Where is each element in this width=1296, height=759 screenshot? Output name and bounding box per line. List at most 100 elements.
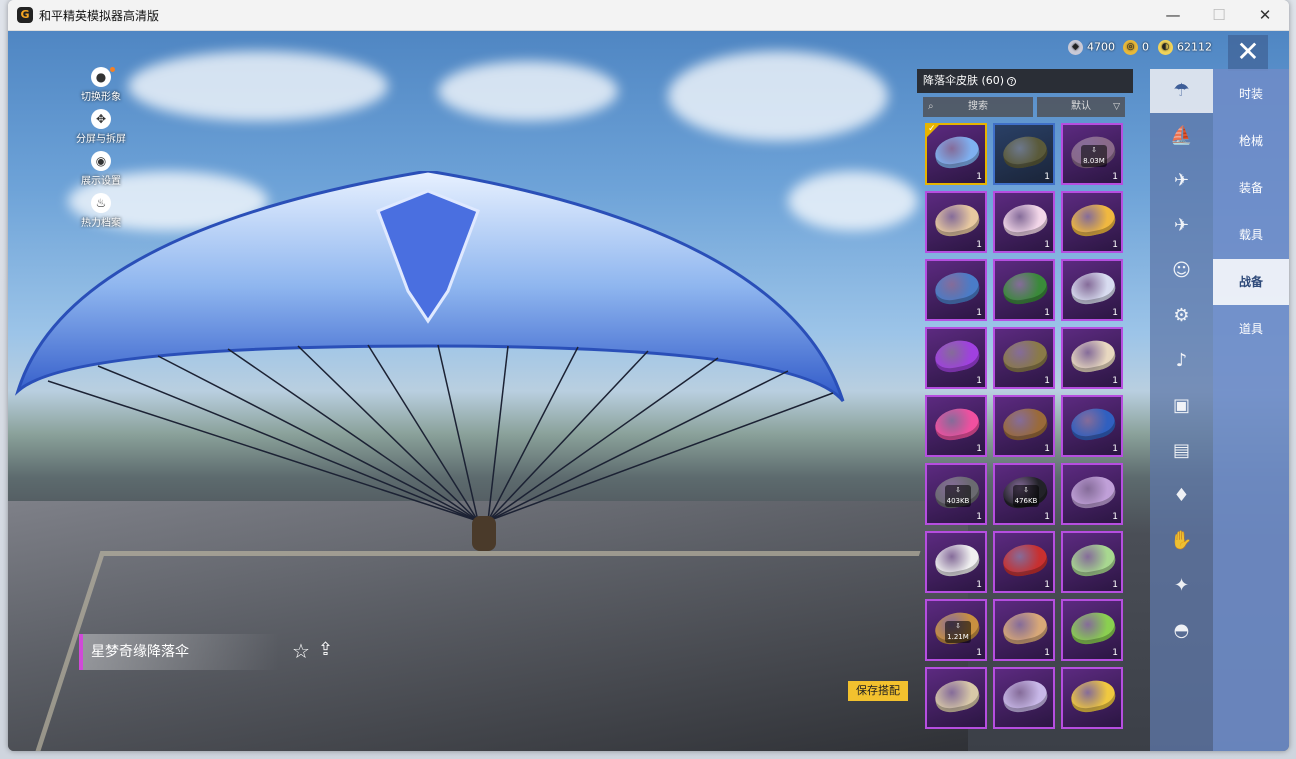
chevron-down-icon: ▽ <box>1113 102 1120 112</box>
skin-tile[interactable]: 1 <box>993 327 1055 389</box>
robot-icon[interactable]: ⚙ <box>1150 294 1213 338</box>
item-count: 1 <box>976 172 982 182</box>
tab-category[interactable]: 时装 <box>1213 71 1289 117</box>
item-count: 1 <box>976 512 982 522</box>
tab-category[interactable]: 道具 <box>1213 306 1289 352</box>
skin-tile[interactable] <box>993 667 1055 729</box>
person-icon: ● <box>91 67 111 87</box>
download-icon: ⇩ <box>1023 486 1029 494</box>
item-count: 1 <box>1112 580 1118 590</box>
item-count: 1 <box>1044 580 1050 590</box>
close-icon[interactable]: ✕ <box>1228 35 1268 71</box>
tab-category[interactable]: 装备 <box>1213 165 1289 211</box>
skin-tile[interactable]: 1 <box>1061 191 1123 253</box>
item-count: 1 <box>1044 240 1050 250</box>
switch-appearance-button[interactable]: ● 切换形象 <box>66 67 136 109</box>
item-count: 1 <box>1112 444 1118 454</box>
speaker-icon[interactable]: ♪ <box>1150 339 1213 383</box>
helmet-icon[interactable]: ◓ <box>1150 609 1213 653</box>
item-count: 1 <box>1044 308 1050 318</box>
download-badge[interactable]: ⇩ 8.03M <box>1081 145 1107 167</box>
skin-tile[interactable]: 1 <box>925 327 987 389</box>
panel-title: 降落伞皮肤 (60) <box>923 74 1005 87</box>
skin-tile[interactable]: 1 <box>925 259 987 321</box>
sort-dropdown[interactable]: 默认 ▽ <box>1037 97 1125 117</box>
skin-tile[interactable]: 1 <box>925 395 987 457</box>
currency-gold: ◎ 0 <box>1123 40 1149 58</box>
skin-tile[interactable]: 1 <box>1061 259 1123 321</box>
skin-tile[interactable]: ⇩ 8.03M 1 <box>1061 123 1123 185</box>
extinguisher-icon[interactable]: ♦ <box>1150 474 1213 518</box>
skin-tile[interactable]: 1 <box>1061 395 1123 457</box>
skin-tile[interactable]: 1 <box>993 259 1055 321</box>
parachute-icon[interactable]: ☂ <box>1150 69 1213 113</box>
coin-gold-icon: ◎ <box>1123 40 1138 55</box>
skin-tile[interactable]: 1 <box>925 531 987 593</box>
skin-tile[interactable]: 1 <box>1061 463 1123 525</box>
maximize-button[interactable]: ☐ <box>1196 0 1242 31</box>
split-icon: ✥ <box>91 109 111 129</box>
wand-icon[interactable]: ✦ <box>1150 564 1213 608</box>
drone-icon[interactable]: ✈ <box>1150 159 1213 203</box>
download-icon: ⇩ <box>955 486 961 494</box>
split-screen-button[interactable]: ✥ 分屏与拆屏 <box>66 109 136 151</box>
skin-tile[interactable]: 1 <box>993 531 1055 593</box>
favorite-star-icon[interactable]: ☆ <box>292 639 310 663</box>
window-close-button[interactable]: ✕ <box>1242 0 1288 31</box>
share-icon[interactable]: ⇪ <box>318 639 333 660</box>
switch-appearance-label: 切换形象 <box>81 92 121 103</box>
category-tabs: 时装 枪械 装备 载具 战备 道具 <box>1213 69 1289 751</box>
coin-silver-icon: ◆ <box>1068 40 1083 55</box>
heat-archive-button[interactable]: ♨ 热力档案 <box>66 193 136 235</box>
download-badge[interactable]: ⇩ 1.21M <box>945 621 971 643</box>
parachute-thumbnail <box>1068 540 1118 580</box>
tab-category[interactable]: 枪械 <box>1213 118 1289 164</box>
skin-tile[interactable]: ⇩ 1.21M 1 <box>925 599 987 661</box>
skin-tile[interactable]: 1 <box>1061 599 1123 661</box>
currency-silver-value: 4700 <box>1087 40 1115 54</box>
item-count: 1 <box>976 444 982 454</box>
skin-tile[interactable] <box>925 667 987 729</box>
search-input[interactable]: ⌕ 搜索 <box>923 97 1033 117</box>
download-badge[interactable]: ⇩ 476KB <box>1013 485 1039 507</box>
skin-tile[interactable]: ⇩ 476KB 1 <box>993 463 1055 525</box>
badge-icon[interactable]: ▣ <box>1150 384 1213 428</box>
heat-archive-label: 热力档案 <box>81 218 121 229</box>
parachute-thumbnail <box>1068 608 1118 648</box>
minimize-button[interactable]: — <box>1150 0 1196 31</box>
skin-tile[interactable]: 1 <box>993 395 1055 457</box>
tab-category[interactable]: 载具 <box>1213 212 1289 258</box>
parachute-thumbnail <box>1068 472 1118 512</box>
hand-icon[interactable]: ✋ <box>1150 519 1213 563</box>
download-size: 8.03M <box>1083 157 1105 165</box>
parachute-thumbnail <box>1068 268 1118 308</box>
item-count: 1 <box>1112 240 1118 250</box>
boat-icon[interactable]: ⛵ <box>1150 114 1213 158</box>
checkmark-icon: ✓ <box>928 124 936 134</box>
picture-icon[interactable]: ▤ <box>1150 429 1213 473</box>
tab-category[interactable]: 战备 <box>1213 259 1289 305</box>
cloud <box>128 51 388 121</box>
skin-tile[interactable]: ⇩ 403KB 1 <box>925 463 987 525</box>
plane-icon[interactable]: ✈ <box>1150 204 1213 248</box>
item-count: 1 <box>1112 376 1118 386</box>
info-icon[interactable]: ? <box>1007 76 1017 86</box>
smiley-icon[interactable]: ☺ <box>1150 249 1213 293</box>
skin-tile[interactable]: 1 <box>1061 531 1123 593</box>
save-outfit-button[interactable]: 保存搭配 <box>848 681 908 701</box>
app-window: G 和平精英模拟器高清版 — ☐ ✕ ● 切换形象 ✥ 分屏与拆屏 ◉ 展示设置… <box>8 0 1289 751</box>
skin-tile[interactable]: 1 <box>1061 327 1123 389</box>
skin-tile[interactable]: 1 <box>993 123 1055 185</box>
skin-tile[interactable]: 1 <box>925 191 987 253</box>
item-count: 1 <box>1044 172 1050 182</box>
skin-tile[interactable]: 1 <box>993 599 1055 661</box>
download-icon: ⇩ <box>1091 146 1097 154</box>
skin-tile[interactable]: ✓ 1 <box>925 123 987 185</box>
skin-tile[interactable] <box>1061 667 1123 729</box>
parachute-thumbnail <box>932 336 982 376</box>
download-badge[interactable]: ⇩ 403KB <box>945 485 971 507</box>
display-settings-button[interactable]: ◉ 展示设置 <box>66 151 136 193</box>
download-icon: ⇩ <box>955 622 961 630</box>
skin-tile[interactable]: 1 <box>993 191 1055 253</box>
download-size: 1.21M <box>947 633 969 641</box>
